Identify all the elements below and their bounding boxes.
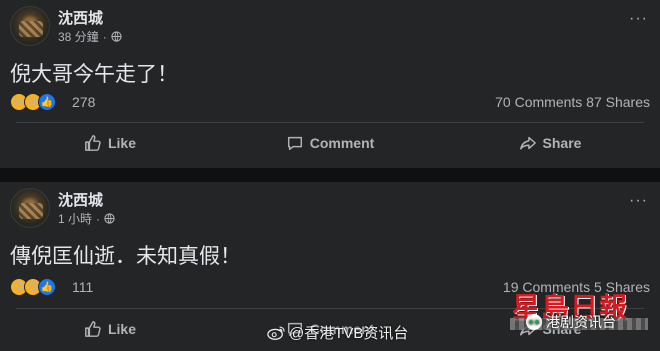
comment-button[interactable]: Comment bbox=[220, 126, 440, 160]
share-icon bbox=[519, 136, 536, 150]
avatar[interactable] bbox=[10, 6, 50, 46]
post-time[interactable]: 38 分鐘 bbox=[58, 28, 99, 45]
avatar[interactable] bbox=[10, 188, 50, 228]
channel-badge: ●● 港剧资讯台 bbox=[526, 312, 616, 332]
share-button[interactable]: Share bbox=[440, 126, 660, 160]
like-button[interactable]: Like bbox=[0, 312, 220, 346]
reaction-icons[interactable]: 😢 😮 👍 bbox=[10, 93, 56, 111]
weibo-icon bbox=[267, 326, 285, 340]
like-reaction-icon: 👍 bbox=[38, 278, 56, 296]
chat-bubble-icon: ●● bbox=[526, 314, 542, 330]
more-options-icon[interactable]: ··· bbox=[629, 10, 648, 28]
globe-icon bbox=[111, 31, 122, 42]
watermark-text: @香港TVB资讯台 bbox=[289, 325, 409, 342]
like-label: Like bbox=[107, 135, 136, 151]
reaction-icons[interactable]: 😮 😢 👍 bbox=[10, 278, 56, 296]
post-text: 倪大哥今午走了！ bbox=[10, 62, 178, 86]
author-name[interactable]: 沈西城 bbox=[58, 7, 103, 28]
post-meta: 1 小時 · bbox=[58, 210, 115, 227]
share-label: Share bbox=[542, 135, 582, 151]
author-name[interactable]: 沈西城 bbox=[58, 189, 103, 210]
more-options-icon[interactable]: ··· bbox=[629, 192, 648, 210]
like-reaction-icon: 👍 bbox=[38, 93, 56, 111]
post-stats: 😢 😮 👍 278 70 Comments 87 Shares bbox=[10, 93, 650, 113]
post-time[interactable]: 1 小時 bbox=[58, 210, 92, 227]
reaction-count[interactable]: 278 bbox=[72, 94, 95, 110]
post-meta: 38 分鐘 · bbox=[58, 28, 122, 45]
comment-label: Comment bbox=[309, 135, 375, 151]
like-label: Like bbox=[107, 321, 136, 337]
thumbs-up-icon bbox=[85, 321, 101, 337]
divider bbox=[16, 122, 644, 123]
post-header: 沈西城 1 小時 · ··· bbox=[10, 188, 650, 228]
like-button[interactable]: Like bbox=[0, 126, 220, 160]
badge-text: 港剧资讯台 bbox=[546, 314, 616, 330]
weibo-watermark: @香港TVB资讯台 bbox=[267, 322, 408, 343]
post-actions: Like Comment Share bbox=[0, 126, 660, 160]
reaction-count[interactable]: 111 bbox=[72, 279, 93, 295]
post-card: 沈西城 38 分鐘 · ··· 倪大哥今午走了！ 😢 😮 👍 278 70 Co… bbox=[0, 0, 660, 168]
globe-icon bbox=[104, 213, 115, 224]
post-text: 傳倪匡仙逝．未知真假！ bbox=[10, 244, 241, 268]
thumbs-up-icon bbox=[85, 135, 101, 151]
comment-share-counts[interactable]: 70 Comments 87 Shares bbox=[495, 94, 650, 110]
comment-icon bbox=[287, 136, 302, 151]
post-header: 沈西城 38 分鐘 · ··· bbox=[10, 6, 650, 46]
